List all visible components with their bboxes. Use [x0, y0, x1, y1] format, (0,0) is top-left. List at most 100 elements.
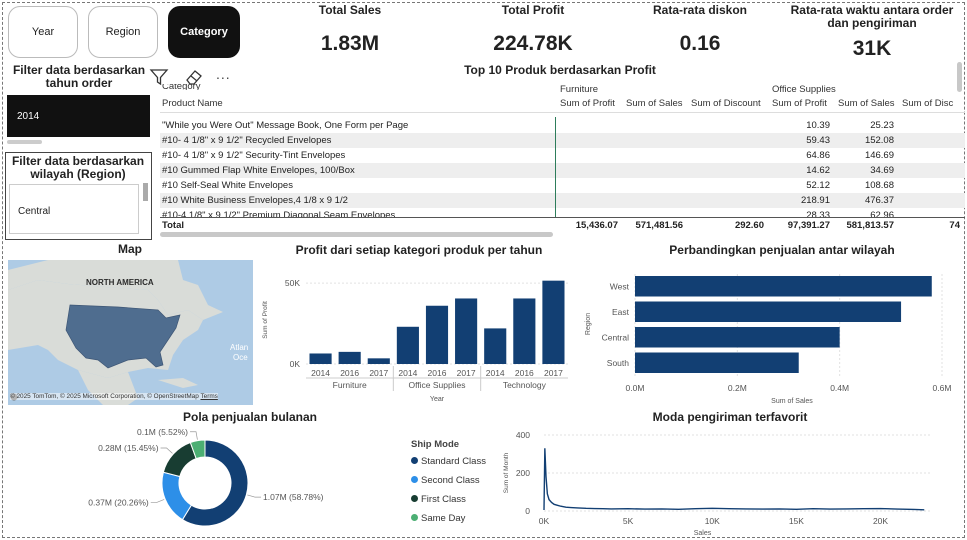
table-cell-office-sales: 108.68 [864, 180, 894, 191]
kpi-total-sales-value: 1.83M [320, 32, 380, 55]
map-credit: © 2025 TomTom, © 2025 Microsoft Corporat… [10, 393, 218, 400]
profit-bar[interactable] [396, 326, 419, 364]
line-x-label: Sales [694, 530, 712, 537]
table-cell-office-profit: 10.39 [806, 120, 830, 131]
donut-leader-line [150, 499, 165, 503]
region-y-label: Region [585, 313, 592, 335]
donut-legend-item[interactable]: Standard Class [411, 456, 486, 467]
filter-year-scrollbar[interactable] [7, 140, 42, 144]
filter-region-scrollbar[interactable] [143, 183, 148, 201]
line-chart[interactable]: 0 200 400 0K 5K 10K 15K 20K Sum of Month Sales [496, 424, 941, 539]
table-cell-product: #10- 4 1/8" x 9 1/2" Recycled Envelopes [162, 135, 332, 146]
profit-x-label: Year [430, 396, 445, 403]
kpi-ship-time-title: Rata-rata waktu antara order dan pengiri… [790, 3, 954, 30]
kpi-total-sales-title: Total Sales [318, 3, 382, 17]
legend-label: Standard Class [421, 456, 486, 467]
table-col-office-sales[interactable]: Sum of Sales [838, 98, 895, 109]
map-terms-link[interactable]: Terms [200, 393, 217, 400]
region-bar[interactable] [635, 352, 799, 374]
table-row[interactable]: #10 White Business Envelopes,4 1/8 x 9 1… [160, 193, 965, 208]
profit-bar[interactable] [309, 353, 332, 364]
map-visual[interactable]: NORTH AMERICA Atlan Oce © 2025 TomTom, ©… [8, 260, 253, 405]
profit-x-tick: 2017 [457, 368, 476, 378]
line-series[interactable] [543, 448, 925, 511]
table-product-name-header[interactable]: Product Name [162, 98, 223, 109]
table-row[interactable]: #10 Self-Seal White Envelopes 52.12 108.68 [160, 178, 965, 193]
profit-x-tick: 2016 [428, 368, 447, 378]
table-cell-office-profit: 28.33 [806, 210, 830, 217]
line-x-tick: 0K [539, 516, 550, 526]
table-vertical-scrollbar[interactable] [957, 62, 962, 92]
line-y-tick: 400 [516, 430, 530, 440]
table-total-o-sales: 581,813.57 [846, 220, 894, 231]
donut-legend-item[interactable]: Same Day [411, 513, 465, 524]
region-bar[interactable] [635, 276, 932, 297]
table-total-f-disc: 292.60 [734, 220, 764, 231]
donut-slice[interactable] [162, 441, 197, 478]
region-bar[interactable] [635, 301, 902, 323]
table-col-office-profit[interactable]: Sum of Profit [772, 98, 827, 109]
profit-group-label: Office Supplies [408, 380, 465, 390]
table-col-furniture-sales[interactable]: Sum of Sales [626, 98, 683, 109]
profit-y-tick: 0K [290, 359, 301, 369]
table-cell-office-sales: 62.96 [870, 210, 894, 217]
profit-bar-chart[interactable]: 0K50KSum of Profit2014 2016 2017Furniture2… [256, 260, 576, 410]
table-category-header: Category [162, 84, 201, 90]
donut-chart-title: Pola penjualan bulanan [182, 410, 318, 424]
table-col-furniture-discount[interactable]: Sum of Discount [691, 98, 761, 109]
profit-x-tick: 2014 [486, 368, 505, 378]
filter-year-title: Filter data berdasarkan tahun order [12, 63, 146, 90]
profit-bar[interactable] [425, 305, 449, 364]
tab-year[interactable]: Year [8, 6, 78, 58]
table-title: Top 10 Produk berdasarkan Profit [464, 63, 656, 77]
region-bar-chart[interactable]: 0.0M 0.2M 0.4M 0.6M West East Central South Regi… [580, 260, 965, 410]
donut-data-label: 1.07M (58.78%) [263, 492, 324, 502]
donut-chart[interactable]: 1.07M (58.78%) 0.37M (20.26%) 0.28M (15.45… [70, 424, 410, 539]
legend-label: First Class [421, 494, 466, 505]
table-row[interactable]: #10 Gummed Flap White Envelopes, 100/Box… [160, 163, 965, 178]
table-cell-product: #10- 4 1/8" x 9 1/2" Security-Tint Envel… [162, 150, 346, 161]
profit-bar[interactable] [367, 358, 390, 364]
filter-region-title: Filter data berdasarkan wilayah (Region) [11, 154, 145, 181]
table-row[interactable]: #10-4 1/8" x 9 1/2" Premium Diagonal Sea… [160, 208, 965, 217]
tab-region[interactable]: Region [88, 6, 158, 58]
donut-data-label: 0.28M (15.45%) [98, 443, 159, 453]
legend-dot-icon [411, 514, 418, 521]
donut-slice[interactable] [161, 471, 193, 521]
filter-region-item-central[interactable]: Central [18, 206, 50, 217]
region-x-tick: 0.4M [830, 383, 849, 393]
kpi-discount-title: Rata-rata diskon [652, 3, 748, 17]
profit-bar[interactable] [542, 280, 565, 364]
map-ocean-label-2: Oce [233, 353, 248, 362]
donut-leader-line [160, 447, 173, 454]
table-row[interactable]: #10- 4 1/8" x 9 1/2" Security-Tint Envel… [160, 148, 965, 163]
map-region-label: NORTH AMERICA [86, 278, 154, 287]
profit-bar[interactable] [513, 298, 536, 364]
tab-category[interactable]: Category [168, 6, 240, 58]
legend-dot-icon [411, 476, 418, 483]
profit-x-tick: 2014 [398, 368, 417, 378]
filter-year-selected[interactable]: 2014 [7, 95, 150, 137]
map-ocean-label-1: Atlan [230, 343, 248, 352]
table-col-office-discount[interactable]: Sum of Disc [902, 98, 953, 109]
table-total-f-profit: 15,436.07 [575, 220, 618, 231]
profit-y-label: Sum of Profit [262, 301, 269, 339]
line-x-tick: 20K [873, 516, 888, 526]
table-cell-office-profit: 64.86 [806, 150, 830, 161]
table-row[interactable]: #10- 4 1/8" x 9 1/2" Recycled Envelopes 5… [160, 133, 965, 148]
table-row[interactable]: "While you Were Out" Message Book, One F… [160, 118, 965, 133]
profit-bar[interactable] [338, 351, 361, 364]
profit-bar[interactable] [484, 328, 507, 364]
kpi-discount-value: 0.16 [679, 32, 721, 55]
table-cell-office-profit: 218.91 [800, 195, 830, 206]
profit-bar[interactable] [455, 298, 478, 364]
table-col-furniture-profit[interactable]: Sum of Profit [560, 98, 615, 109]
region-bar[interactable] [635, 327, 840, 348]
donut-legend-item[interactable]: First Class [411, 494, 466, 505]
donut-legend-item[interactable]: Second Class [411, 475, 480, 486]
table-horizontal-scrollbar[interactable] [160, 232, 553, 237]
line-x-tick: 5K [623, 516, 634, 526]
donut-leader-line [247, 494, 262, 498]
legend-dot-icon [411, 457, 418, 464]
table-cell-product: #10-4 1/8" x 9 1/2" Premium Diagonal Sea… [162, 210, 396, 217]
